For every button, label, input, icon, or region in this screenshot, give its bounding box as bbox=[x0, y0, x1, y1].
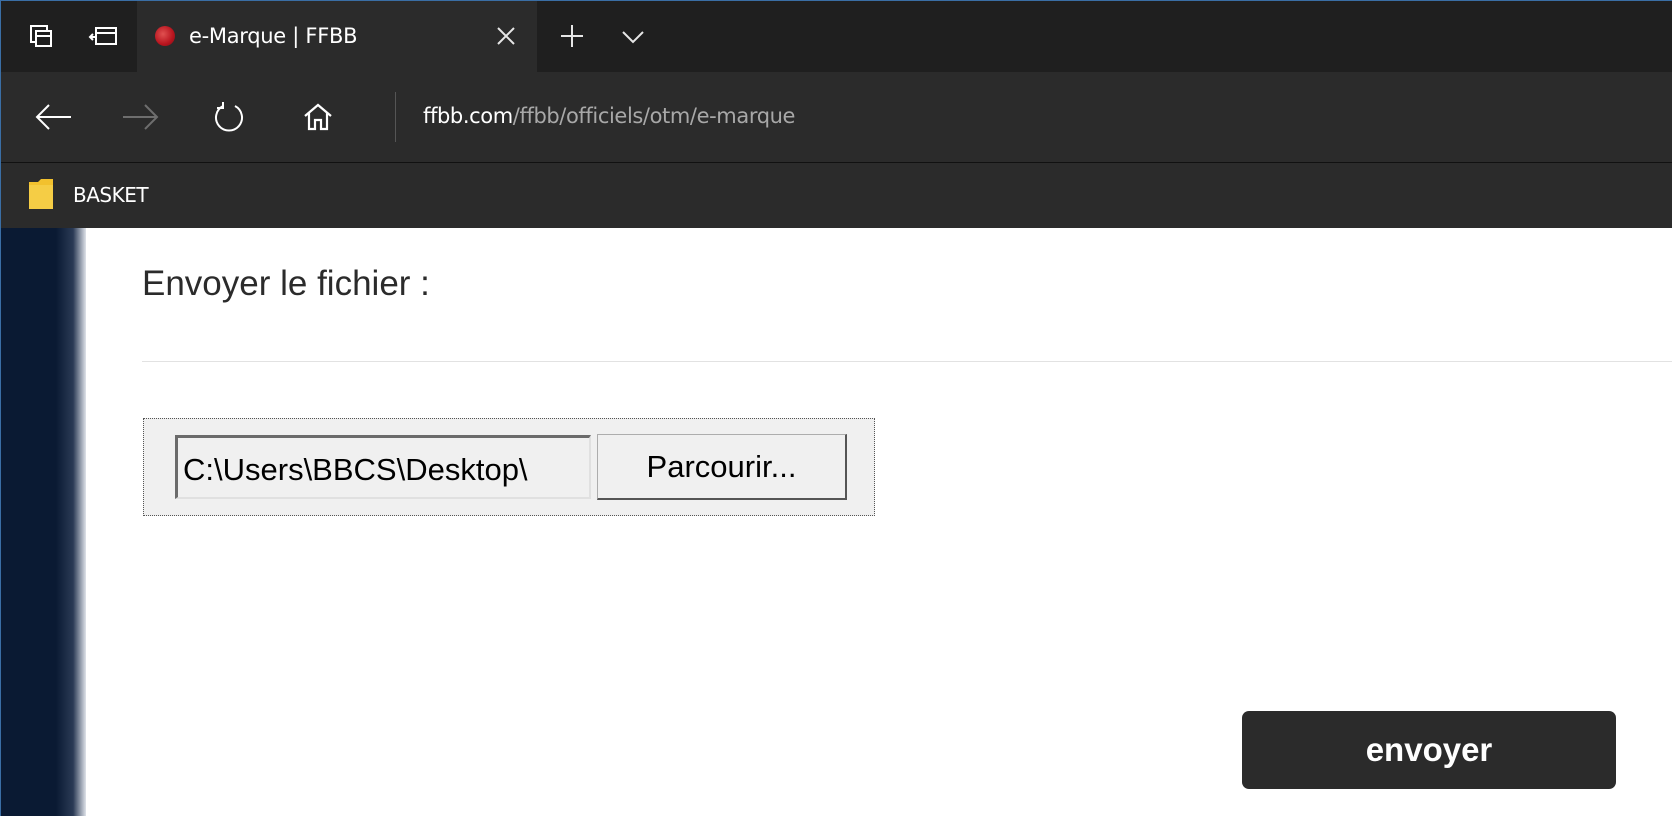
divider bbox=[142, 361, 1672, 362]
home-icon[interactable] bbox=[293, 92, 343, 142]
browse-button[interactable]: Parcourir... bbox=[597, 434, 847, 500]
close-tab-icon[interactable] bbox=[490, 20, 522, 52]
address-bar[interactable]: ffbb.com/ffbb/officiels/otm/e-marque bbox=[423, 104, 795, 128]
address-host: ffbb.com bbox=[423, 104, 513, 128]
folder-icon[interactable] bbox=[29, 179, 53, 209]
favorites-bar bbox=[0, 163, 1672, 228]
active-tab[interactable]: e-Marque | FFBB bbox=[137, 0, 537, 72]
file-path-input[interactable]: C:\Users\BBCS\Desktop\ bbox=[175, 435, 591, 499]
file-path-value: C:\Users\BBCS\Desktop\ bbox=[183, 452, 528, 487]
forward-arrow-icon bbox=[116, 92, 166, 142]
address-separator bbox=[395, 92, 396, 142]
chevron-down-icon[interactable] bbox=[617, 22, 649, 52]
ffbb-logo-icon bbox=[155, 26, 175, 46]
new-tab-icon[interactable] bbox=[556, 20, 588, 52]
tab-bar: e-Marque | FFBB bbox=[0, 0, 1672, 72]
navigation-bar: ffbb.com/ffbb/officiels/otm/e-marque bbox=[0, 72, 1672, 163]
favorite-basket[interactable]: BASKET bbox=[73, 183, 149, 207]
submit-button[interactable]: envoyer bbox=[1242, 711, 1616, 789]
page-title: Envoyer le fichier : bbox=[142, 264, 430, 303]
back-arrow-icon[interactable] bbox=[28, 92, 78, 142]
refresh-icon[interactable] bbox=[204, 92, 254, 142]
tab-preview-icon[interactable] bbox=[18, 0, 64, 72]
set-tabs-aside-icon[interactable] bbox=[80, 0, 126, 72]
address-path: /ffbb/officiels/otm/e-marque bbox=[512, 104, 796, 128]
tab-title: e-Marque | FFBB bbox=[189, 24, 358, 48]
page-sidebar bbox=[0, 228, 86, 816]
